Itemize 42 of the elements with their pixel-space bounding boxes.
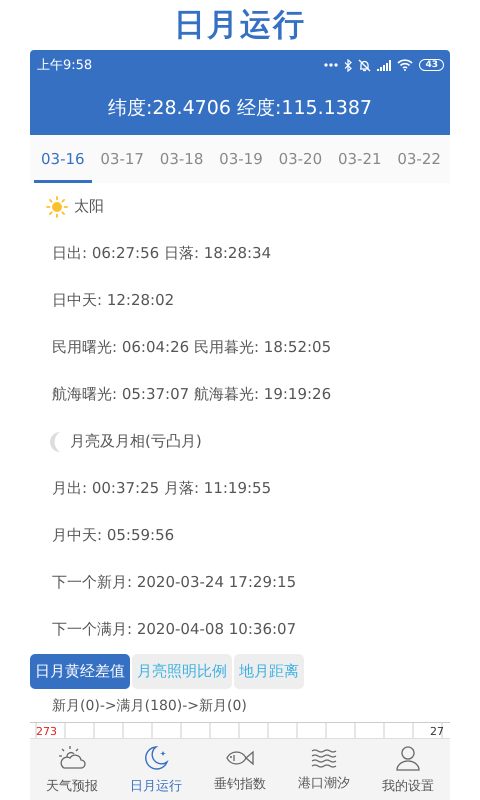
muted-bell-icon bbox=[358, 58, 372, 72]
nav-tab[interactable]: 港口潮汐 bbox=[282, 739, 366, 800]
signal-icon bbox=[377, 60, 392, 70]
chart-caption: 新月(0)->满月(180)->新月(0) bbox=[52, 697, 247, 715]
info-line: 月中天: 05:59:56 bbox=[52, 526, 174, 545]
nav-tab[interactable]: 垂钓指数 bbox=[198, 739, 282, 800]
chart-tab[interactable]: 日月黄经差值 bbox=[30, 654, 130, 689]
date-tab[interactable]: 03-20 bbox=[272, 135, 330, 183]
coordinates-title: 纬度:28.4706 经度:115.1387 bbox=[108, 96, 372, 120]
date-tab[interactable]: 03-17 bbox=[93, 135, 151, 183]
date-tab[interactable]: 03-18 bbox=[152, 135, 210, 183]
section-title: 月亮及月相(亏凸月) bbox=[70, 432, 202, 451]
more-dots-icon bbox=[324, 63, 338, 67]
date-tab[interactable]: 03-21 bbox=[330, 135, 389, 183]
nav-tab[interactable]: 我的设置 bbox=[366, 739, 450, 800]
info-line: 下一个新月: 2020-03-24 17:29:15 bbox=[52, 573, 296, 592]
app-title: 日月运行 bbox=[174, 6, 306, 45]
nav-tab[interactable]: 日月运行 bbox=[114, 739, 198, 800]
person-icon bbox=[395, 745, 421, 771]
sun-icon bbox=[46, 196, 68, 218]
date-tab[interactable]: 03-16 bbox=[34, 135, 92, 183]
chart-tab[interactable]: 地月距离 bbox=[234, 654, 304, 689]
info-line: 月出: 00:37:25 月落: 11:19:55 bbox=[52, 479, 272, 498]
wifi-icon bbox=[397, 59, 414, 71]
battery-indicator: 43 bbox=[419, 59, 444, 71]
info-line: 日出: 06:27:56 日落: 18:28:34 bbox=[52, 244, 272, 263]
chart-tab[interactable]: 月亮照明比例 bbox=[132, 654, 232, 689]
bluetooth-icon bbox=[344, 58, 352, 72]
info-line: 民用曙光: 06:04:26 民用暮光: 18:52:05 bbox=[52, 338, 332, 357]
axis-label: 273 bbox=[36, 725, 57, 738]
info-line: 日中天: 12:28:02 bbox=[52, 291, 174, 310]
moon-star-icon bbox=[143, 745, 169, 771]
date-tab[interactable]: 03-19 bbox=[212, 135, 270, 183]
nav-tab[interactable]: 天气预报 bbox=[30, 739, 114, 800]
section-title: 太阳 bbox=[74, 197, 104, 216]
waves-icon bbox=[311, 748, 337, 768]
sun-cloud-icon bbox=[58, 745, 86, 771]
info-line: 航海曙光: 05:37:07 航海暮光: 19:19:26 bbox=[52, 385, 332, 404]
status-time: 上午9:58 bbox=[37, 57, 92, 74]
info-line: 下一个满月: 2020-04-08 10:36:07 bbox=[52, 620, 296, 639]
axis-label: 27 bbox=[430, 725, 444, 738]
date-tab[interactable]: 03-22 bbox=[390, 135, 448, 183]
